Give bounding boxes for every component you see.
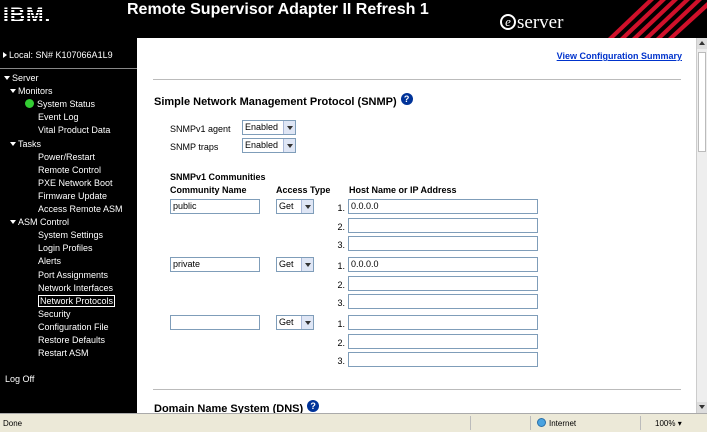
main-content: View Configuration Summary Simple Networ…: [137, 38, 696, 413]
chevron-down-icon: [301, 258, 313, 271]
chevron-down-icon: [283, 139, 295, 152]
host-address-input[interactable]: [348, 294, 538, 309]
sidebar-item-firmware-update[interactable]: Firmware Update: [38, 190, 107, 202]
section-divider: [153, 79, 681, 80]
sidebar-item-pxe-network-boot[interactable]: PXE Network Boot: [38, 177, 113, 189]
access-type-select[interactable]: Get: [276, 257, 314, 272]
community-name-input[interactable]: private: [170, 257, 260, 272]
community-name-input[interactable]: public: [170, 199, 260, 214]
decorative-stripes-icon: [608, 0, 707, 38]
snmpv1-agent-label: SNMPv1 agent: [170, 124, 231, 134]
chevron-down-icon: [10, 141, 16, 146]
log-off-link[interactable]: Log Off: [5, 374, 34, 384]
sidebar-nav: Local: SN# K107066A1L9 Server Monitors Sys…: [0, 38, 137, 413]
help-icon[interactable]: ?: [307, 400, 320, 412]
scroll-thumb[interactable]: [698, 52, 706, 152]
dns-section-title: Domain Name System (DNS)?: [154, 400, 320, 413]
sidebar-item-restart-asm[interactable]: Restart ASM: [38, 347, 89, 359]
column-header-community-name: Community Name: [170, 185, 247, 195]
sidebar-item-event-log[interactable]: Event Log: [38, 111, 79, 123]
sidebar-item-remote-control[interactable]: Remote Control: [38, 164, 101, 176]
section-divider: [153, 389, 681, 390]
sidebar-item-tasks[interactable]: Tasks: [10, 138, 41, 150]
ibm-logo: IBM.: [3, 4, 52, 27]
sidebar-item-security[interactable]: Security: [38, 308, 71, 320]
browser-status-bar: Done Internet 100% ▾: [0, 413, 707, 432]
host-number-label: 3.: [337, 298, 345, 308]
host-number-label: 1.: [337, 261, 345, 271]
sidebar-item-network-interfaces[interactable]: Network Interfaces: [38, 282, 113, 294]
sidebar-item-restore-defaults[interactable]: Restore Defaults: [38, 334, 105, 346]
sidebar-item-port-assignments[interactable]: Port Assignments: [38, 269, 108, 281]
host-number-label: 3.: [337, 356, 345, 366]
globe-icon: [537, 418, 546, 427]
community-name-input[interactable]: [170, 315, 260, 330]
column-header-host: Host Name or IP Address: [349, 185, 457, 195]
chevron-down-icon: [283, 121, 295, 134]
snmp-section-title: Simple Network Management Protocol (SNMP…: [154, 93, 413, 108]
chevron-right-icon: [3, 52, 7, 58]
sidebar-item-network-protocols[interactable]: Network Protocols: [38, 294, 116, 307]
sidebar-item-system-settings[interactable]: System Settings: [38, 229, 103, 241]
chevron-down-icon: [10, 220, 16, 225]
host-address-input[interactable]: [348, 236, 538, 251]
chevron-down-icon: [301, 200, 313, 213]
sidebar-item-access-remote-asm[interactable]: Access Remote ASM: [38, 203, 123, 215]
help-icon[interactable]: ?: [400, 93, 413, 105]
sidebar-item-configuration-file[interactable]: Configuration File: [38, 321, 109, 333]
sidebar-item-monitors[interactable]: Monitors: [10, 85, 53, 97]
chevron-down-icon: [10, 89, 16, 94]
security-zone: Internet: [530, 416, 640, 430]
sidebar-item-power-restart[interactable]: Power/Restart: [38, 151, 95, 163]
host-address-input[interactable]: [348, 333, 538, 349]
host-number-label: 3.: [337, 240, 345, 250]
header-banner: IBM. Remote Supervisor Adapter II Refres…: [0, 0, 707, 38]
vertical-scrollbar[interactable]: [696, 38, 707, 413]
eserver-e-icon: e: [500, 14, 516, 30]
host-number-label: 1.: [337, 319, 345, 329]
access-type-select[interactable]: Get: [276, 315, 314, 330]
scroll-up-icon[interactable]: [697, 38, 707, 49]
host-address-input[interactable]: 0.0.0.0: [348, 199, 538, 214]
host-address-input[interactable]: 0.0.0.0: [348, 257, 538, 272]
communities-title: SNMPv1 Communities: [170, 172, 266, 182]
host-number-label: 2.: [337, 279, 345, 290]
chevron-down-icon: [301, 316, 313, 329]
sidebar-item-server[interactable]: Server: [4, 72, 39, 84]
chevron-down-icon: [4, 76, 10, 80]
host-address-input[interactable]: [348, 315, 538, 330]
snmpv1-agent-select[interactable]: Enabled: [242, 120, 296, 135]
sidebar-item-login-profiles[interactable]: Login Profiles: [38, 242, 93, 254]
view-configuration-summary-link[interactable]: View Configuration Summary: [557, 51, 682, 61]
status-ok-icon: [25, 99, 34, 109]
sidebar-item-system-status[interactable]: System Status: [25, 98, 95, 110]
host-address-input[interactable]: [348, 275, 538, 291]
scroll-down-icon[interactable]: [697, 402, 707, 413]
sidebar-item-alerts[interactable]: Alerts: [38, 255, 61, 267]
host-address-input[interactable]: [348, 217, 538, 233]
sidebar-item-vital-product-data[interactable]: Vital Product Data: [38, 124, 110, 136]
host-address-input[interactable]: [348, 352, 538, 367]
sidebar-item-asm-control[interactable]: ASM Control: [10, 216, 69, 228]
host-number-label: 2.: [337, 221, 345, 232]
local-system-link[interactable]: Local: SN# K107066A1L9: [3, 50, 113, 60]
zoom-level[interactable]: 100% ▾: [655, 419, 682, 428]
sidebar-divider: [0, 68, 137, 69]
app-title: Remote Supervisor Adapter II Refresh 1: [127, 1, 429, 18]
snmp-traps-select[interactable]: Enabled: [242, 138, 296, 153]
eserver-logo: e server: [500, 12, 563, 34]
access-type-select[interactable]: Get: [276, 199, 314, 214]
status-text: Done: [3, 419, 23, 428]
host-number-label: 1.: [337, 203, 345, 213]
column-header-access-type: Access Type: [276, 185, 331, 195]
snmp-traps-label: SNMP traps: [170, 142, 219, 152]
host-number-label: 2.: [337, 337, 345, 348]
